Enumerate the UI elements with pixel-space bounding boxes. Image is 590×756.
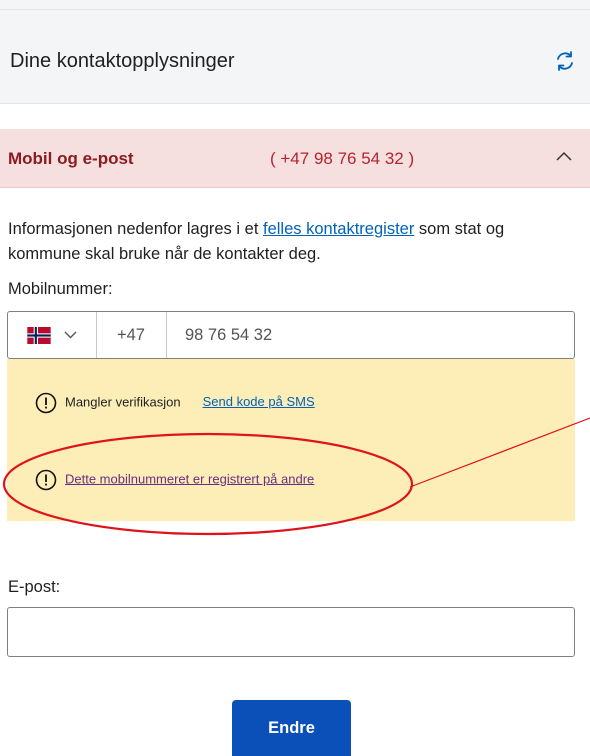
mobile-field: +47: [7, 311, 585, 359]
verification-warning: Mangler verifikasjon Send kode på SMS: [35, 392, 315, 414]
chevron-up-icon[interactable]: [556, 151, 572, 161]
registered-warning: Dette mobilnummeret er registrert på and…: [35, 469, 314, 491]
send-sms-code-link[interactable]: Send kode på SMS: [203, 394, 315, 409]
exclamation-icon: [35, 392, 57, 414]
mobile-email-section-toggle[interactable]: Mobil og e-post ( +47 98 76 54 32 ): [0, 129, 590, 188]
section-title: Mobil og e-post: [8, 149, 134, 168]
mobile-label: Mobilnummer:: [8, 280, 113, 298]
section-phone-summary: ( +47 98 76 54 32 ): [270, 149, 415, 168]
country-select[interactable]: [8, 312, 97, 358]
contact-register-link[interactable]: felles kontaktregister: [263, 220, 414, 238]
page-header: Dine kontaktopplysninger: [0, 10, 590, 104]
chevron-down-icon: [64, 331, 77, 339]
mobile-input[interactable]: [168, 312, 585, 358]
country-prefix: +47: [96, 312, 167, 358]
email-input[interactable]: [7, 607, 575, 657]
norway-flag-icon: [27, 327, 51, 344]
info-text: Informasjonen nedenfor lagres i et felle…: [8, 217, 580, 267]
page-title: Dine kontaktopplysninger: [10, 50, 235, 72]
registered-on-others-link[interactable]: Dette mobilnummeret er registrert på and…: [65, 471, 314, 486]
change-button[interactable]: Endre: [232, 700, 351, 756]
info-text-start: Informasjonen nedenfor lagres i et: [8, 220, 263, 238]
top-divider: [0, 0, 590, 10]
warning-box: Mangler verifikasjon Send kode på SMS Det…: [7, 359, 575, 521]
refresh-icon[interactable]: [554, 50, 576, 72]
email-label: E-post:: [8, 578, 61, 596]
verification-text: Mangler verifikasjon: [65, 394, 181, 410]
exclamation-icon: [35, 469, 57, 491]
country-prefix-text: +47: [117, 326, 145, 344]
